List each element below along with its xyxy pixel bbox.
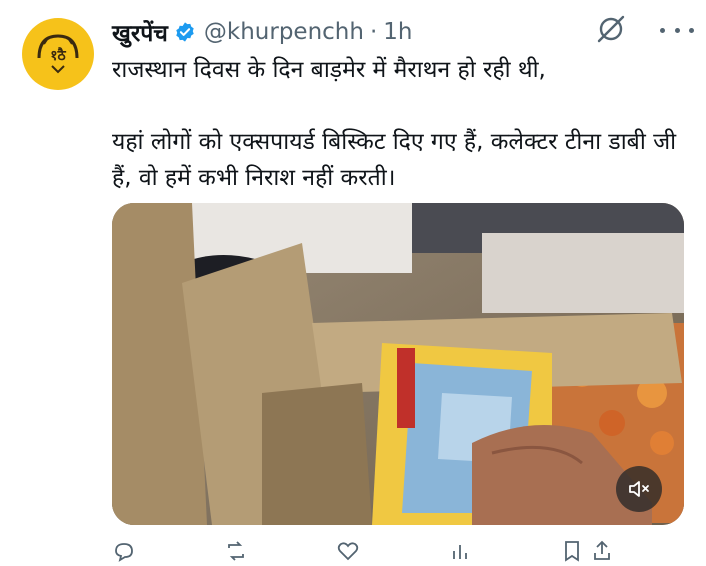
khurpench-logo-icon: १ठै	[37, 34, 79, 74]
video-thumbnail[interactable]	[112, 203, 684, 525]
heart-icon	[337, 542, 359, 561]
repost-button[interactable]	[224, 539, 336, 563]
video-frame	[112, 203, 684, 525]
tweet-header: खुरपेंच @khurpenchh · 1h	[112, 14, 412, 50]
tweet-text: राजस्थान दिवस के दिन बाड़मेर में मैराथन …	[112, 52, 692, 196]
verified-badge-icon	[174, 21, 196, 43]
timestamp[interactable]: 1h	[383, 19, 412, 45]
reply-icon	[115, 543, 133, 562]
like-button[interactable]	[336, 539, 448, 563]
grok-icon[interactable]	[596, 14, 626, 44]
tweet-text-line: राजस्थान दिवस के दिन बाड़मेर में मैराथन …	[112, 57, 546, 83]
mute-button[interactable]	[616, 466, 662, 512]
bookmark-icon	[565, 541, 579, 562]
share-icon	[594, 540, 610, 560]
tweet-actions	[112, 536, 672, 566]
svg-text:१ठै: १ठै	[50, 47, 66, 64]
speaker-muted-icon	[629, 481, 649, 497]
user-handle[interactable]: @khurpenchh	[204, 19, 364, 45]
repost-icon	[228, 541, 244, 561]
avatar[interactable]: १ठै	[22, 18, 94, 90]
separator-dot: ·	[369, 19, 378, 45]
more-options-icon[interactable]	[660, 20, 694, 40]
views-button[interactable]	[448, 539, 560, 563]
views-icon	[453, 545, 467, 559]
tweet-text-line: यहां लोगों को एक्सपायर्ड बिस्किट दिए गए …	[112, 129, 677, 191]
display-name[interactable]: खुरपेंच	[112, 16, 168, 48]
reply-button[interactable]	[112, 539, 224, 563]
bookmark-share-buttons[interactable]	[560, 539, 672, 563]
